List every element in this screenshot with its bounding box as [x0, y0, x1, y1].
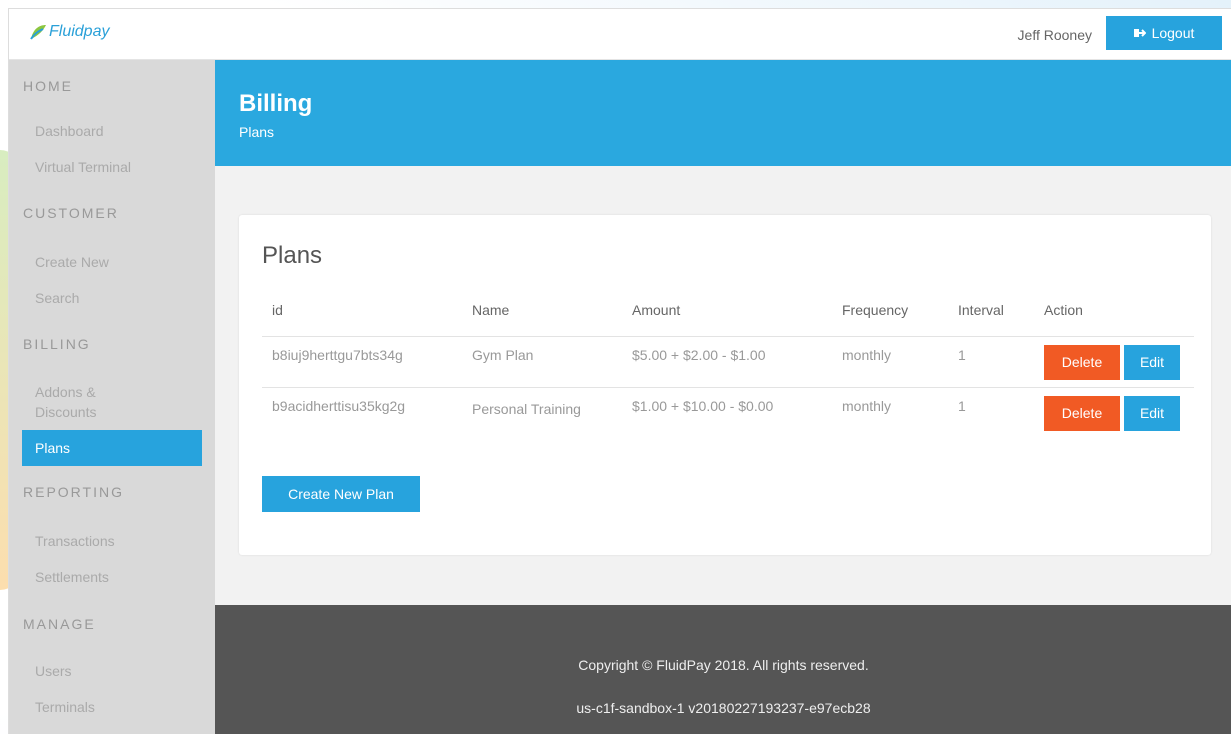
- cell-id: b9acidherttisu35kg2g: [262, 386, 462, 438]
- cell-amount: $1.00 + $10.00 - $0.00: [622, 386, 832, 438]
- sidebar-item-settlements[interactable]: Settlements: [22, 568, 202, 587]
- sidebar-item-users[interactable]: Users: [22, 662, 202, 681]
- edit-button[interactable]: Edit: [1124, 395, 1180, 431]
- cell-interval: 1: [948, 335, 1034, 387]
- delete-button[interactable]: Delete: [1044, 344, 1120, 380]
- sidebar-item-search[interactable]: Search: [22, 289, 202, 308]
- table-row: b8iuj9herttgu7bts34g Gym Plan $5.00 + $2…: [262, 335, 1194, 387]
- page-header: Billing Plans: [215, 60, 1231, 166]
- nav-group-home: HOME: [23, 78, 73, 94]
- column-header-id: id: [272, 302, 283, 318]
- table-header-row: id Name Amount Frequency Interval Action: [262, 302, 1194, 336]
- user-name[interactable]: Jeff Rooney: [1018, 27, 1092, 43]
- footer-copyright: Copyright © FluidPay 2018. All rights re…: [578, 657, 869, 673]
- sidebar-item-addons-discounts[interactable]: Addons & Discounts: [22, 382, 202, 422]
- cell-action: Delete Edit: [1034, 335, 1194, 387]
- logo-text: Fluidpay: [49, 23, 110, 40]
- plans-table: id Name Amount Frequency Interval Action…: [262, 302, 1194, 438]
- column-header-frequency: Frequency: [842, 302, 909, 318]
- sidebar-item-plans[interactable]: Plans: [22, 430, 202, 466]
- nav-group-customer: CUSTOMER: [23, 205, 119, 221]
- nav-group-reporting: REPORTING: [23, 484, 124, 500]
- column-header-action: Action: [1044, 302, 1083, 318]
- footer-version: us-c1f-sandbox-1 v20180227193237-e97ecb2…: [576, 700, 871, 716]
- cell-name: Personal Training: [462, 386, 622, 438]
- sidebar-item-dashboard[interactable]: Dashboard: [22, 122, 202, 141]
- column-header-amount: Amount: [632, 302, 681, 318]
- logo[interactable]: Fluidpay: [29, 23, 109, 41]
- logout-button[interactable]: Logout: [1106, 16, 1222, 50]
- cell-interval: 1: [948, 386, 1034, 438]
- page-title: Billing: [239, 90, 313, 117]
- nav-group-manage: MANAGE: [23, 616, 96, 632]
- page-subtitle: Plans: [239, 124, 275, 140]
- app-window: Fluidpay Jeff Rooney Logout HOME Dashboa…: [8, 8, 1231, 734]
- edit-button[interactable]: Edit: [1124, 344, 1180, 380]
- top-bar: Fluidpay Jeff Rooney Logout: [9, 9, 1231, 60]
- sidebar-item-create-new[interactable]: Create New: [22, 253, 202, 272]
- cell-name: Gym Plan: [462, 335, 622, 387]
- footer: Copyright © FluidPay 2018. All rights re…: [215, 605, 1231, 734]
- nav-group-billing: BILLING: [23, 336, 91, 352]
- sidebar: HOME Dashboard Virtual Terminal CUSTOMER…: [9, 60, 215, 734]
- delete-button[interactable]: Delete: [1044, 395, 1120, 431]
- cell-action: Delete Edit: [1034, 386, 1194, 438]
- cell-frequency: monthly: [832, 335, 948, 387]
- column-header-name: Name: [472, 302, 510, 318]
- cell-amount: $5.00 + $2.00 - $1.00: [622, 335, 832, 387]
- cell-frequency: monthly: [832, 386, 948, 438]
- card-title: Plans: [262, 242, 323, 269]
- main-content: Billing Plans Plans id Name Amount Frequ…: [215, 60, 1231, 734]
- sidebar-item-terminals[interactable]: Terminals: [22, 698, 202, 717]
- logout-icon: [1133, 29, 1146, 37]
- logout-label: Logout: [1151, 25, 1195, 41]
- logo-leaf-icon: [30, 25, 46, 40]
- column-header-interval: Interval: [958, 302, 1004, 318]
- create-new-plan-button[interactable]: Create New Plan: [262, 476, 420, 512]
- plans-card: Plans id Name Amount Frequency Interval …: [239, 215, 1211, 555]
- cell-id: b8iuj9herttgu7bts34g: [262, 335, 462, 387]
- sidebar-item-virtual-terminal[interactable]: Virtual Terminal: [22, 158, 202, 177]
- sidebar-item-transactions[interactable]: Transactions: [22, 532, 202, 551]
- table-row: b9acidherttisu35kg2g Personal Training $…: [262, 386, 1194, 438]
